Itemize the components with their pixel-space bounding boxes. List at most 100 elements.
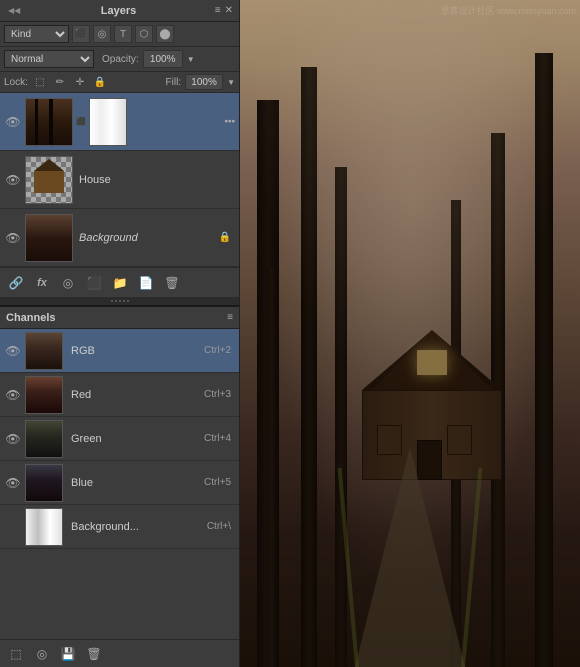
layers-panel-header: ◀◀ Layers ≡ ✕ bbox=[0, 0, 239, 22]
channel-thumbnail bbox=[25, 376, 63, 414]
channel-thumbnail bbox=[25, 332, 63, 370]
lock-checkerboard-icon[interactable]: ⬚ bbox=[32, 74, 48, 90]
layer-thumbnail-group bbox=[25, 214, 73, 262]
layers-collapse-btn[interactable]: ◀◀ bbox=[6, 6, 22, 15]
channel-item[interactable]: 👁 Red Ctrl+3 bbox=[0, 373, 239, 417]
channel-name: Green bbox=[63, 433, 204, 445]
blend-mode-select[interactable]: Normal bbox=[4, 50, 94, 68]
layers-folder-icon[interactable]: 📁 bbox=[110, 273, 130, 293]
tree-7 bbox=[267, 267, 275, 667]
layer-name bbox=[133, 116, 136, 128]
layers-new-icon[interactable]: 📄 bbox=[136, 273, 156, 293]
channel-thumbnail bbox=[25, 420, 63, 458]
layer-name: Background bbox=[79, 232, 138, 244]
image-container: 思客设计社区 www.missyuan.com bbox=[240, 0, 580, 667]
layer-item[interactable]: 👁 Background 🔒 bbox=[0, 209, 239, 267]
channels-circle-icon[interactable]: ◎ bbox=[32, 644, 52, 664]
channel-name: Blue bbox=[63, 477, 204, 489]
layer-thumbnail-group bbox=[25, 156, 73, 204]
fill-label: Fill: bbox=[166, 77, 182, 88]
pathway bbox=[355, 447, 465, 667]
layer-item[interactable]: 👁 House bbox=[0, 151, 239, 209]
layers-menu-icon[interactable]: ≡ bbox=[215, 5, 221, 16]
layers-title: Layers bbox=[101, 5, 136, 17]
channel-thumbnail bbox=[25, 464, 63, 502]
lock-all-icon[interactable]: 🔒 bbox=[92, 74, 108, 90]
channel-visibility-toggle[interactable]: 👁 bbox=[4, 476, 22, 490]
layers-mask-icon[interactable]: ⬛ bbox=[84, 273, 104, 293]
lock-move-icon[interactable]: ✛ bbox=[72, 74, 88, 90]
layers-close-icon[interactable]: ✕ bbox=[225, 5, 233, 16]
channels-delete-icon[interactable]: 🗑 bbox=[84, 644, 104, 664]
fill-arrow-icon: ▼ bbox=[227, 78, 235, 87]
lock-brush-icon[interactable]: ✏ bbox=[52, 74, 68, 90]
layer-info: Background 🔒 bbox=[73, 232, 235, 244]
channel-item[interactable]: 👁 Blue Ctrl+5 bbox=[0, 461, 239, 505]
channel-thumbnail bbox=[25, 508, 63, 546]
channels-title: Channels bbox=[6, 312, 56, 324]
fill-input[interactable] bbox=[185, 74, 223, 90]
channel-shortcut: Ctrl+4 bbox=[204, 433, 231, 444]
channel-shortcut: Ctrl+2 bbox=[204, 345, 231, 356]
layer-visibility-toggle[interactable]: 👁 bbox=[4, 231, 22, 245]
layers-link-icon[interactable]: 🔗 bbox=[6, 273, 26, 293]
layers-delete-icon[interactable]: 🗑 bbox=[162, 273, 182, 293]
layers-filter-row: Kind ⬛ ◎ T ⬡ ⬤ bbox=[0, 22, 239, 47]
filter-type-icon[interactable]: T bbox=[114, 25, 132, 43]
channel-shortcut: Ctrl+\ bbox=[207, 521, 231, 532]
layers-blend-row: Normal Opacity: ▼ bbox=[0, 47, 239, 72]
channels-save-icon[interactable]: 💾 bbox=[58, 644, 78, 664]
layer-options-icon[interactable]: ••• bbox=[224, 116, 235, 127]
channel-item[interactable]: 👁 Background... Ctrl+\ bbox=[0, 505, 239, 549]
layers-mask-adjust-icon[interactable]: ◎ bbox=[58, 273, 78, 293]
channel-name: Background... bbox=[63, 521, 207, 533]
channel-name: Red bbox=[63, 389, 204, 401]
opacity-arrow-icon: ▼ bbox=[187, 55, 195, 64]
layer-visibility-toggle[interactable]: 👁 bbox=[4, 115, 22, 129]
channel-name: RGB bbox=[63, 345, 204, 357]
layer-visibility-toggle[interactable]: 👁 bbox=[4, 173, 22, 187]
lock-label: Lock: bbox=[4, 77, 28, 88]
layer-thumbnail bbox=[25, 156, 73, 204]
panel-resize-handle[interactable] bbox=[0, 297, 239, 305]
layers-fx-icon[interactable]: fx bbox=[32, 273, 52, 293]
channels-menu-icon[interactable]: ≡ bbox=[227, 312, 233, 323]
channel-visibility-toggle[interactable]: 👁 bbox=[4, 388, 22, 402]
channels-section: Channels ≡ 👁 RGB Ctrl+2 👁 bbox=[0, 305, 239, 667]
opacity-input[interactable] bbox=[143, 50, 183, 68]
layer-info: House bbox=[73, 174, 235, 186]
layers-lock-row: Lock: ⬚ ✏ ✛ 🔒 Fill: ▼ bbox=[0, 72, 239, 93]
channels-list: 👁 RGB Ctrl+2 👁 Red Ctrl+3 👁 bbox=[0, 329, 239, 639]
kind-select[interactable]: Kind bbox=[4, 25, 69, 43]
layers-list: 👁 ⬛ ••• 👁 bbox=[0, 93, 239, 267]
tree-2 bbox=[301, 67, 317, 667]
layer-thumbnail-group: ⬛ bbox=[25, 98, 127, 146]
channel-visibility-toggle[interactable]: 👁 bbox=[4, 520, 22, 534]
layer-item[interactable]: 👁 ⬛ ••• bbox=[0, 93, 239, 151]
channels-panel-header: Channels ≡ bbox=[0, 307, 239, 329]
filter-adjust-icon[interactable]: ◎ bbox=[93, 25, 111, 43]
channels-header-icons: ≡ bbox=[227, 312, 233, 323]
channel-item[interactable]: 👁 Green Ctrl+4 bbox=[0, 417, 239, 461]
layer-locked-icon: 🔒 bbox=[219, 232, 231, 243]
layer-mask-thumbnail bbox=[89, 98, 127, 146]
channel-visibility-toggle[interactable]: 👁 bbox=[4, 432, 22, 446]
layer-thumbnail bbox=[25, 98, 73, 146]
channel-shortcut: Ctrl+3 bbox=[204, 389, 231, 400]
resize-indicator bbox=[111, 300, 129, 302]
channel-item[interactable]: 👁 RGB Ctrl+2 bbox=[0, 329, 239, 373]
filter-smart-icon[interactable]: ⬤ bbox=[156, 25, 174, 43]
layer-thumbnail bbox=[25, 214, 73, 262]
watermark-text: 思客设计社区 www.missyuan.com bbox=[440, 4, 576, 17]
left-panel: ◀◀ Layers ≡ ✕ Kind ⬛ ◎ T ⬡ ⬤ Normal Opac… bbox=[0, 0, 240, 667]
layer-chain-icon: ⬛ bbox=[75, 116, 87, 128]
layers-bottom-bar: 🔗 fx ◎ ⬛ 📁 📄 🗑 bbox=[0, 267, 239, 297]
layers-section: ◀◀ Layers ≡ ✕ Kind ⬛ ◎ T ⬡ ⬤ Normal Opac… bbox=[0, 0, 239, 297]
channels-dotted-select-icon[interactable]: ⬚ bbox=[6, 644, 26, 664]
channel-visibility-toggle[interactable]: 👁 bbox=[4, 344, 22, 358]
scene-background: 思客设计社区 www.missyuan.com bbox=[240, 0, 580, 667]
filter-pixel-icon[interactable]: ⬛ bbox=[72, 25, 90, 43]
channel-shortcut: Ctrl+5 bbox=[204, 477, 231, 488]
layer-info bbox=[127, 116, 235, 128]
filter-shape-icon[interactable]: ⬡ bbox=[135, 25, 153, 43]
